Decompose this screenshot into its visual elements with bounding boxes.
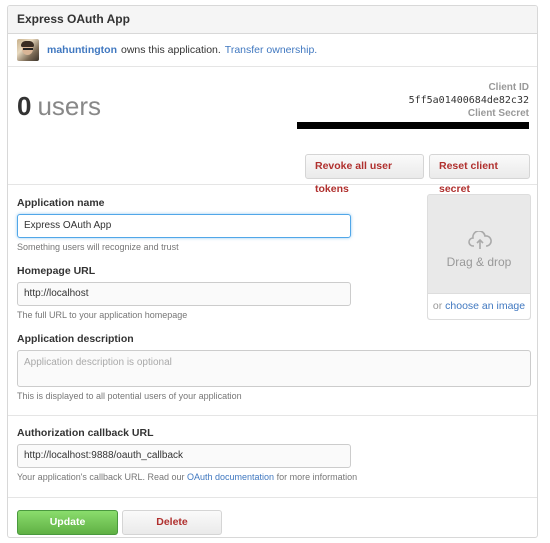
homepage-input[interactable]: http://localhost xyxy=(17,282,351,306)
or-text: or xyxy=(432,300,443,312)
application-form: Application name Express OAuth App Somet… xyxy=(8,185,537,416)
revoke-tokens-button[interactable]: Revoke all user tokens xyxy=(305,154,424,195)
oauth-documentation-link[interactable]: OAuth documentation xyxy=(187,472,274,482)
client-secret-label: Client Secret xyxy=(467,108,529,119)
user-count-number: 0 xyxy=(17,91,32,121)
callback-section: Authorization callback URL http://localh… xyxy=(8,416,537,498)
app-name-note: Something users will recognize and trust xyxy=(17,242,179,252)
client-credentials: Client ID 5ff5a01400684de82c32 Client Se… xyxy=(297,82,529,132)
callback-input[interactable]: http://localhost:9888/oauth_callback xyxy=(17,444,351,468)
callback-note-suffix: for more information xyxy=(276,472,358,482)
reset-secret-button[interactable]: Reset client secret xyxy=(429,154,530,195)
app-title: Express OAuth App xyxy=(8,6,537,34)
update-application-button[interactable]: Update application xyxy=(17,510,118,535)
application-settings-panel: Express OAuth App mahuntington owns this… xyxy=(7,5,538,538)
callback-note-prefix: Your application's callback URL. Read ou… xyxy=(17,472,185,482)
app-name-input[interactable]: Express OAuth App xyxy=(17,214,351,238)
owns-text: owns this application. xyxy=(120,44,221,56)
stats-section: 0 users Client ID 5ff5a01400684de82c32 Cl… xyxy=(8,67,537,195)
description-label: Application description xyxy=(17,333,134,345)
homepage-label: Homepage URL xyxy=(17,265,96,277)
image-dropzone[interactable]: Drag & drop or choose an image xyxy=(427,194,531,320)
description-textarea[interactable]: Application description is optional xyxy=(17,350,531,387)
delete-application-button[interactable]: Delete application xyxy=(122,510,222,535)
client-id-label: Client ID xyxy=(488,82,529,93)
users-label: users xyxy=(37,91,102,121)
owner-row: mahuntington owns this application. Tran… xyxy=(8,34,537,67)
callback-note: Your application's callback URL. Read ou… xyxy=(17,472,357,482)
description-note: This is displayed to all potential users… xyxy=(17,391,242,401)
cloud-upload-icon xyxy=(468,231,492,249)
choose-image-link[interactable]: choose an image xyxy=(445,300,525,312)
drag-drop-text: Drag & drop xyxy=(446,255,512,269)
client-secret-redacted xyxy=(297,122,529,129)
footer-actions: Update application Delete application xyxy=(8,498,537,537)
choose-image-row: or choose an image xyxy=(428,293,530,319)
owner-username-link[interactable]: mahuntington xyxy=(47,44,117,56)
avatar[interactable] xyxy=(17,39,39,61)
callback-label: Authorization callback URL xyxy=(17,427,154,439)
transfer-ownership-link[interactable]: Transfer ownership. xyxy=(225,44,317,56)
homepage-note: The full URL to your application homepag… xyxy=(17,310,188,320)
app-name-label: Application name xyxy=(17,197,105,209)
client-id-value: 5ff5a01400684de82c32 xyxy=(408,95,529,106)
users-count: 0 users xyxy=(17,91,101,122)
